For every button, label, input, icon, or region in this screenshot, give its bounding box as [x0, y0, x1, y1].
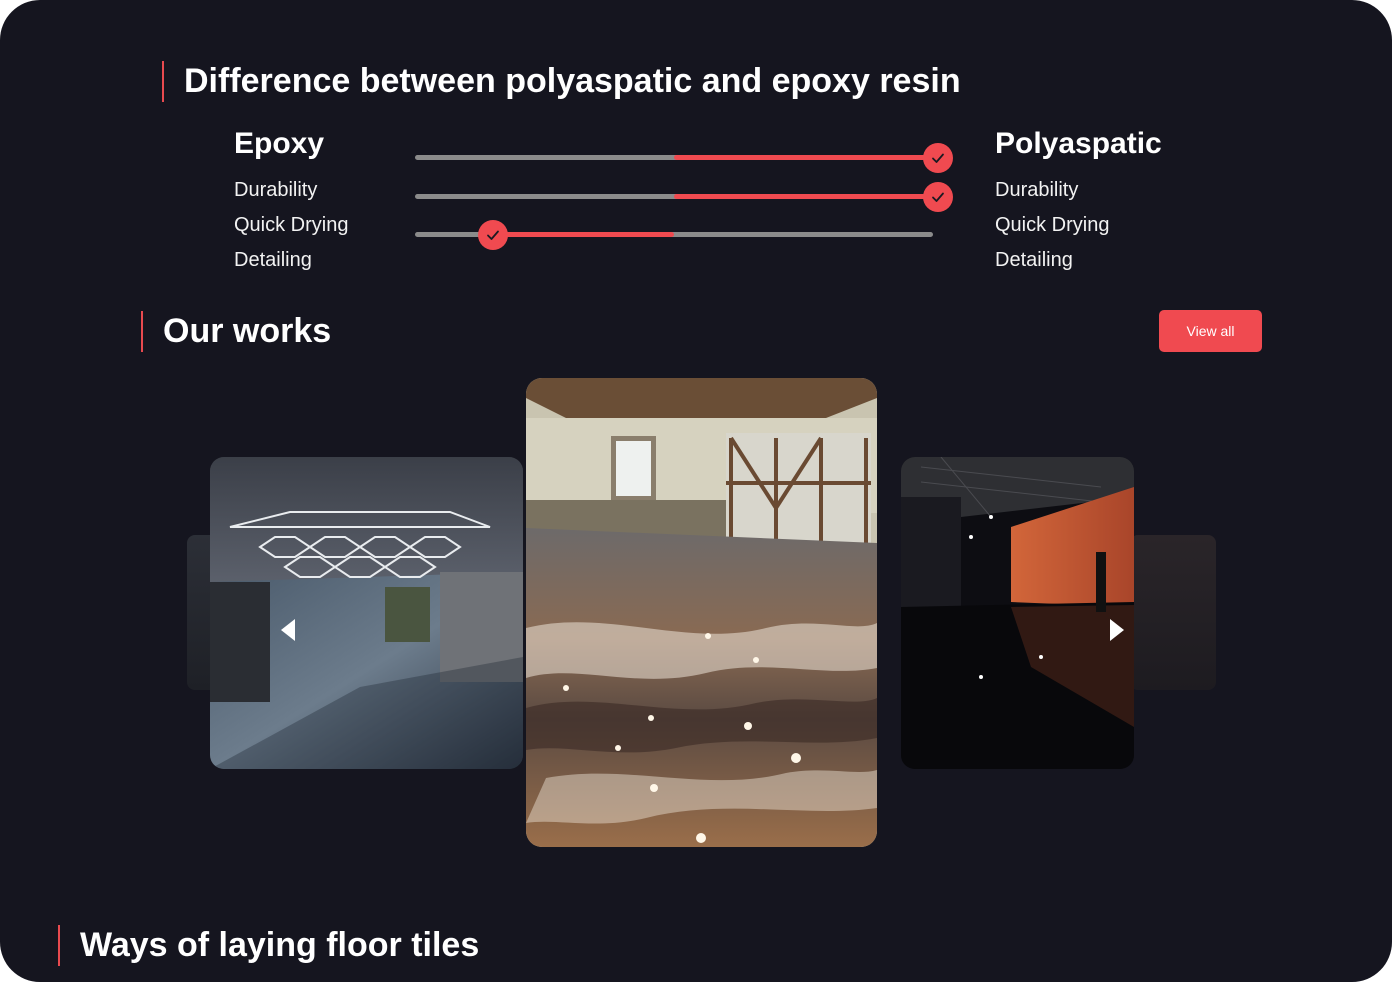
- durability-slider[interactable]: [415, 143, 953, 173]
- carousel-image-center[interactable]: [526, 378, 877, 847]
- works-section-title: Our works: [141, 311, 331, 352]
- epoxy-item-quick-drying: Quick Drying: [234, 214, 349, 236]
- polyaspatic-heading: Polyaspatic: [995, 127, 1162, 160]
- polyaspatic-item-detailing: Detailing: [995, 249, 1073, 271]
- comparison-title: Difference between polyaspatic and epoxy…: [184, 62, 961, 100]
- garage-floor-image: [210, 457, 523, 769]
- carousel-image-right[interactable]: [901, 457, 1134, 769]
- epoxy-heading: Epoxy: [234, 127, 325, 160]
- dark-epoxy-floor-image: [901, 457, 1134, 769]
- tiles-title: Ways of laying floor tiles: [80, 926, 480, 964]
- check-icon: [932, 192, 944, 202]
- comparison-section-title: Difference between polyaspatic and epoxy…: [162, 61, 961, 102]
- check-icon: [932, 153, 944, 163]
- quick-drying-slider-fill: [674, 194, 933, 199]
- title-accent-bar: [141, 311, 143, 352]
- durability-slider-fill: [674, 155, 933, 160]
- carousel-image-far-right[interactable]: [1130, 535, 1216, 690]
- durability-slider-handle[interactable]: [923, 143, 953, 173]
- detailing-slider[interactable]: [415, 220, 933, 250]
- detailing-slider-handle[interactable]: [477, 220, 508, 250]
- detailing-slider-fill: [492, 232, 674, 237]
- view-all-button[interactable]: View all: [1159, 310, 1262, 352]
- quick-drying-slider-handle[interactable]: [923, 182, 953, 212]
- epoxy-column: Epoxy Durability Quick Drying Detailing: [234, 127, 348, 278]
- metallic-epoxy-floor-image: [526, 378, 877, 847]
- polyaspatic-item-durability: Durability: [995, 179, 1079, 201]
- polyaspatic-item-quick-drying: Quick Drying: [995, 214, 1110, 236]
- epoxy-item-durability: Durability: [234, 179, 318, 201]
- check-icon: [486, 230, 499, 240]
- chevron-right-icon: [1110, 619, 1124, 641]
- epoxy-item-detailing: Detailing: [234, 249, 312, 271]
- tiles-section-title: Ways of laying floor tiles: [58, 925, 479, 966]
- polyaspatic-column: Polyaspatic Durability Quick Drying Deta…: [995, 127, 1162, 278]
- carousel-image-left[interactable]: [210, 457, 523, 769]
- works-title: Our works: [163, 312, 332, 350]
- chevron-left-icon: [281, 619, 295, 641]
- title-accent-bar: [58, 925, 60, 966]
- quick-drying-slider[interactable]: [415, 182, 953, 212]
- title-accent-bar: [162, 61, 164, 102]
- carousel-next-button[interactable]: [1100, 615, 1130, 645]
- page: Difference between polyaspatic and epoxy…: [0, 0, 1392, 982]
- carousel-prev-button[interactable]: [275, 615, 305, 645]
